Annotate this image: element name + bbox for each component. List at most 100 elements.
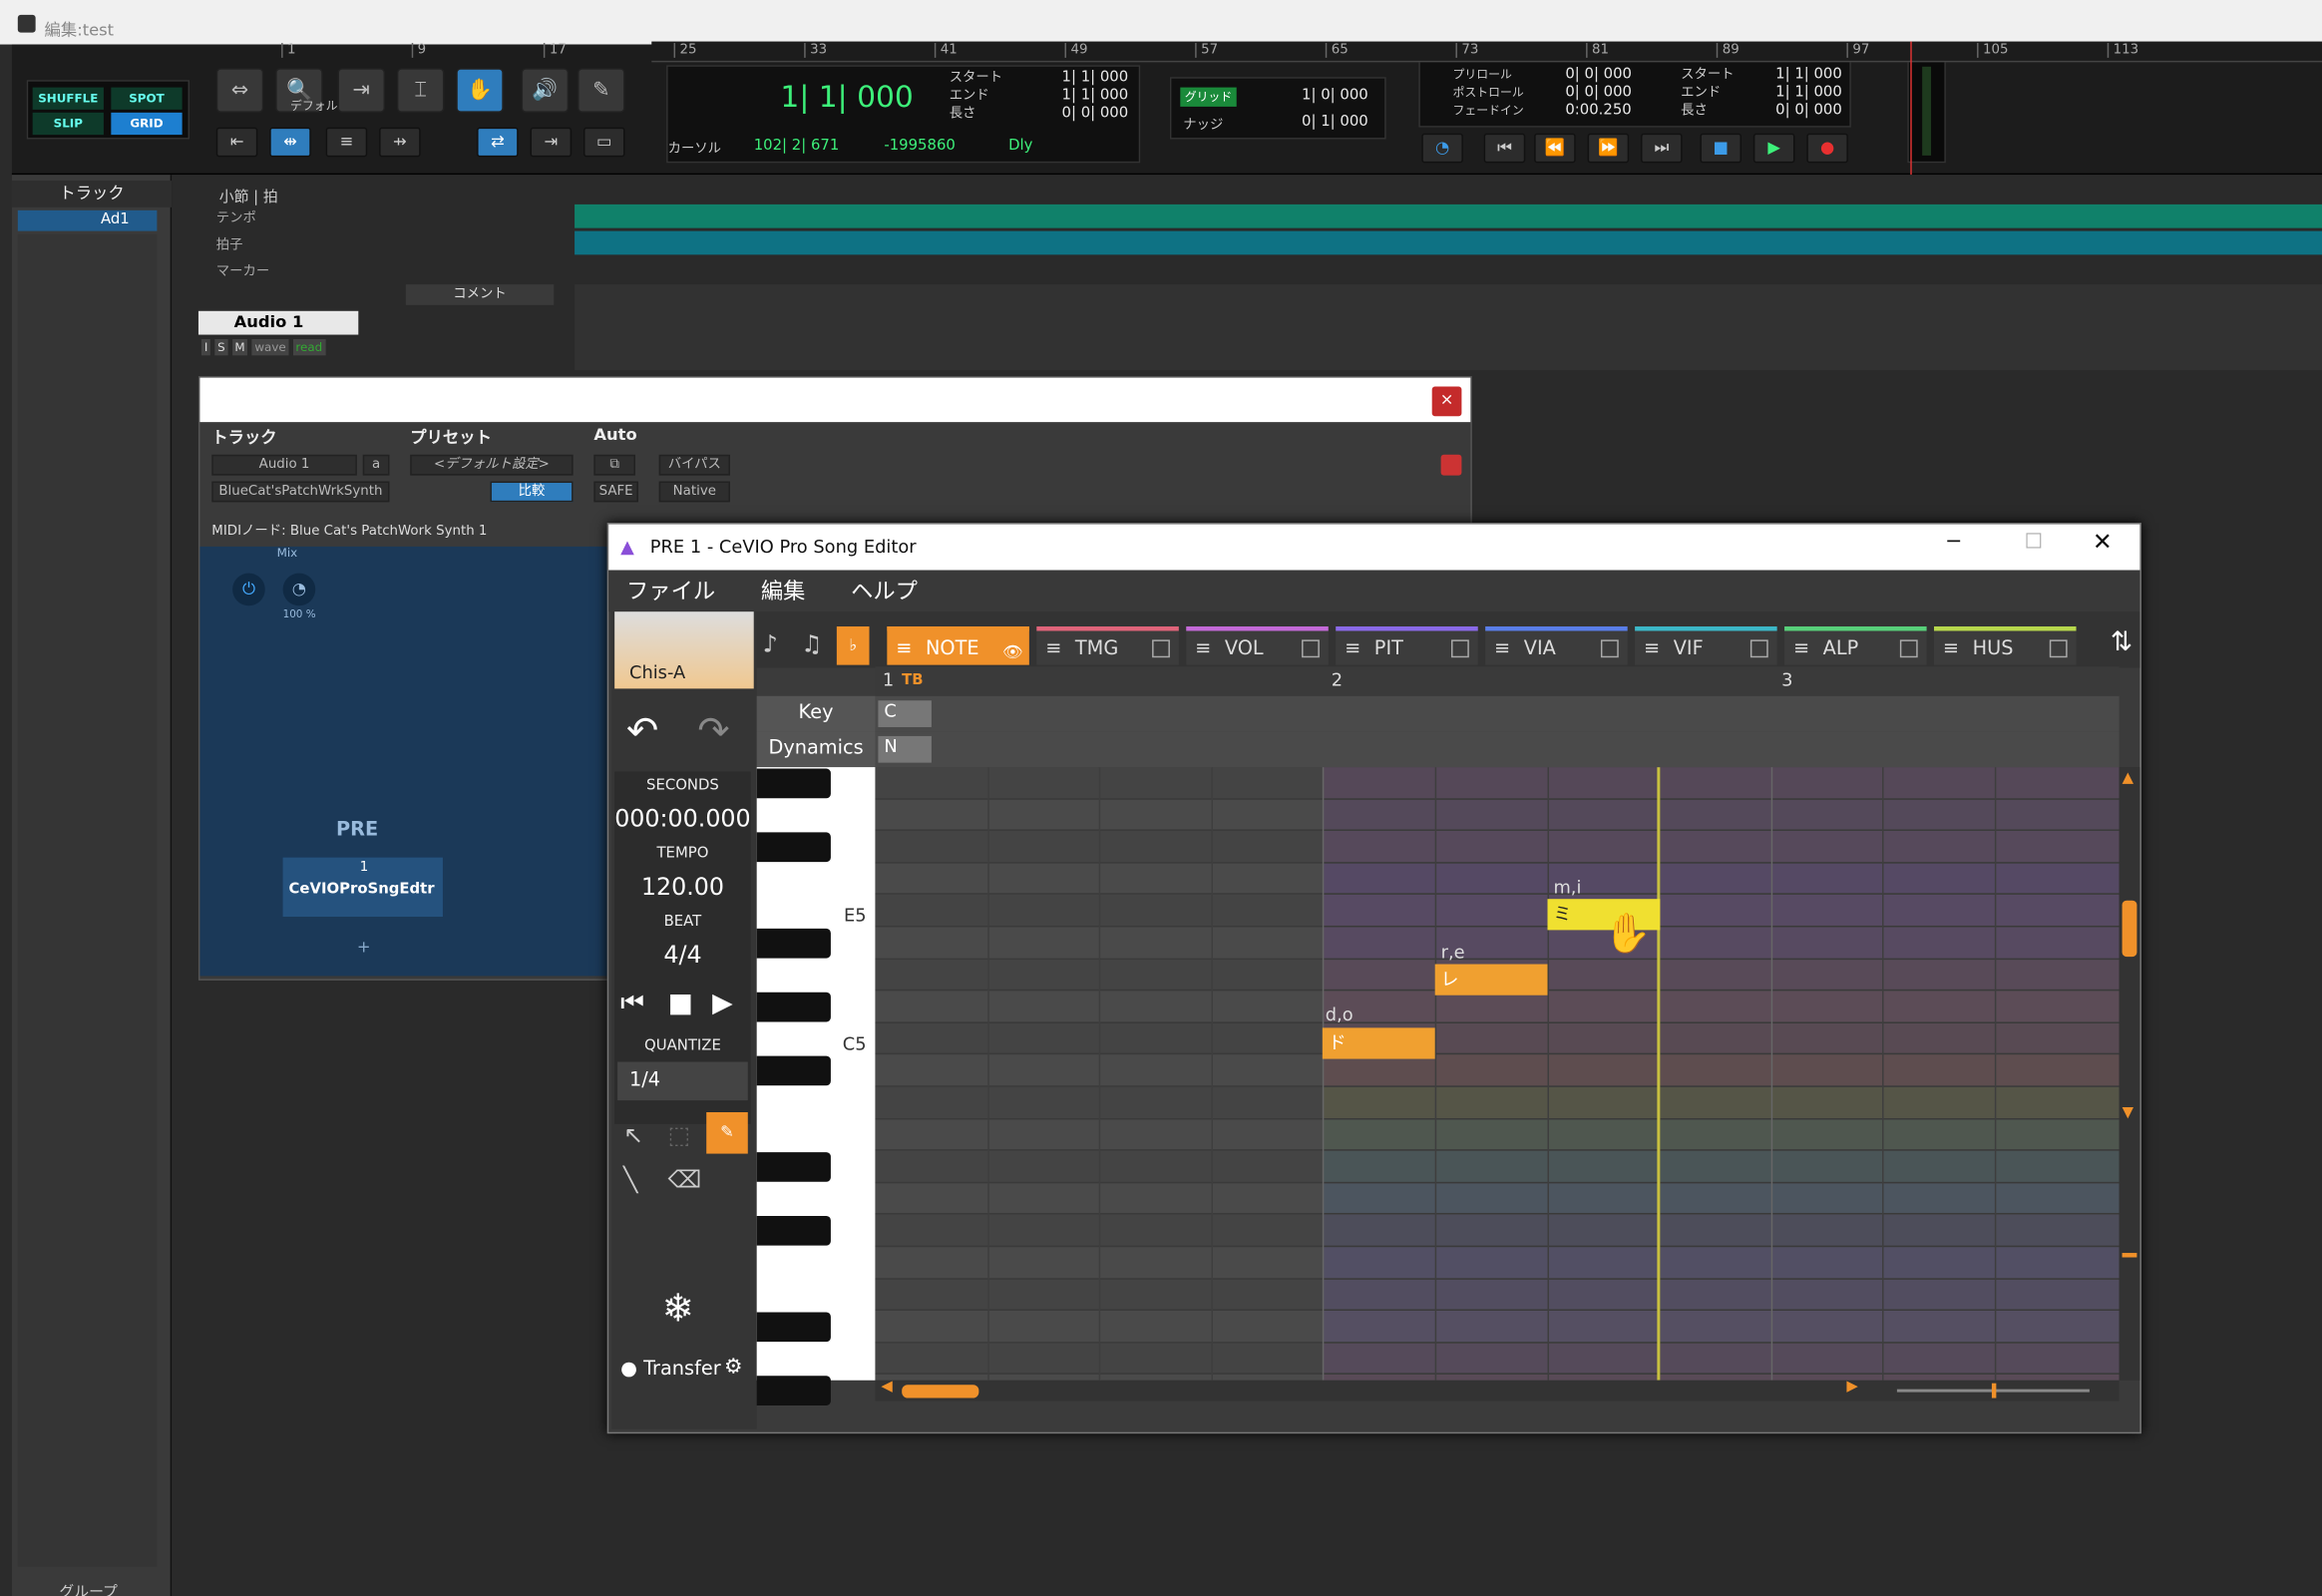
mix-knob[interactable]: ◔	[282, 573, 316, 606]
fast-forward-icon[interactable]: ⏩	[1587, 133, 1630, 164]
tab-vif[interactable]: ≡ VIF	[1635, 626, 1777, 665]
note-re[interactable]: レ	[1434, 964, 1548, 996]
solo-button[interactable]: S	[214, 338, 228, 356]
grid-button[interactable]: GRID	[111, 112, 183, 136]
spot-button[interactable]: SPOT	[111, 87, 183, 110]
black-key[interactable]	[756, 1216, 831, 1247]
metronome-icon[interactable]: ♪	[763, 629, 778, 657]
tab-visibility-checkbox[interactable]	[1451, 639, 1469, 658]
tab-visibility-checkbox[interactable]	[2049, 639, 2068, 658]
black-key[interactable]	[756, 1312, 831, 1343]
black-key[interactable]	[756, 993, 831, 1022]
link-timeline-icon[interactable]: ⇹	[269, 127, 311, 158]
stop-square-icon[interactable]: ■	[668, 988, 693, 1018]
bypass-button[interactable]: バイパス	[658, 454, 730, 476]
range-select-icon[interactable]: ⬚	[668, 1121, 690, 1149]
audio-track-name[interactable]: Audio 1	[197, 310, 359, 335]
tab-via[interactable]: ≡ VIA	[1485, 626, 1628, 665]
dly-indicator[interactable]: Dly	[1008, 138, 1032, 154]
scroll-right-icon[interactable]: ▶	[1846, 1379, 1857, 1395]
automation-button[interactable]: read	[292, 338, 326, 356]
shuffle-button[interactable]: SHUFFLE	[32, 87, 104, 110]
audio-track-lane[interactable]	[575, 284, 2322, 371]
slot-name[interactable]: CeVIOProSngEdtr	[289, 881, 435, 897]
track-list-item[interactable]: Ad1	[17, 209, 158, 231]
tempo-beat-marker[interactable]: TB	[902, 672, 923, 688]
selector-tool-icon[interactable]: ⌶	[396, 68, 445, 113]
undo-icon[interactable]: ↶	[626, 709, 658, 754]
safe-button[interactable]: SAFE	[593, 481, 638, 503]
rewind-icon[interactable]: ⏪	[1534, 133, 1576, 164]
beat-value[interactable]: 4/4	[614, 941, 751, 969]
tab-visibility-checkbox[interactable]	[1600, 639, 1619, 658]
horizontal-scrollbar[interactable]: ◀ ▶	[875, 1379, 2120, 1401]
tab-note[interactable]: ≡ NOTE 👁	[887, 626, 1029, 665]
plugin-select[interactable]: BlueCat'sPatchWrkSynth	[211, 481, 390, 503]
scroll-left-icon[interactable]: ◀	[881, 1379, 892, 1395]
tab-vol[interactable]: ≡ VOL	[1186, 626, 1329, 665]
dynamics-value[interactable]: N	[878, 735, 932, 763]
tempo-value[interactable]: 120.00	[614, 872, 751, 900]
insertion-follows-icon[interactable]: ⇸	[379, 127, 421, 158]
measure-ruler[interactable]: 1 TB 2 3	[875, 666, 2120, 696]
black-key[interactable]	[756, 832, 831, 863]
end-icon[interactable]: ⏭	[1641, 133, 1683, 164]
black-key[interactable]	[756, 768, 831, 799]
input-monitor-button[interactable]: I	[200, 338, 211, 356]
tab-visibility-checkbox[interactable]	[1302, 639, 1320, 658]
length-value[interactable]: 0| 0| 000	[1062, 105, 1129, 123]
zoom-toggle-icon[interactable]: ⇔	[215, 68, 264, 113]
native-button[interactable]: Native	[658, 481, 730, 503]
record-icon[interactable]: ●	[1806, 133, 1848, 164]
vertical-scroll-thumb[interactable]	[2122, 900, 2137, 958]
tab-visibility-checkbox[interactable]	[1152, 639, 1170, 658]
transfer-gear-icon[interactable]: ⚙	[724, 1356, 743, 1380]
tab-visibility-checkbox[interactable]	[1749, 639, 1768, 658]
param-panel-toggle-icon[interactable]: ⇅	[2111, 626, 2132, 657]
maximize-icon[interactable]: ☐	[2025, 531, 2044, 555]
close-window-icon[interactable]: ✕	[2093, 528, 2113, 556]
preset-select[interactable]: <デフォルト設定>	[410, 454, 574, 476]
power-icon[interactable]: ⏻	[232, 573, 265, 606]
note-do[interactable]: ド	[1322, 1027, 1435, 1059]
transfer-toggle[interactable]: ● Transfer	[620, 1358, 721, 1380]
fadein-value[interactable]: 0:00.250	[1565, 102, 1632, 120]
nudge-value[interactable]: 0| 1| 000	[1302, 114, 1368, 130]
tab-alp[interactable]: ≡ ALP	[1784, 626, 1927, 665]
piano-keyboard[interactable]: E5 C5	[756, 767, 876, 1406]
vertical-zoom-slider[interactable]	[2122, 1253, 2137, 1258]
grid-value[interactable]: 1| 0| 000	[1302, 88, 1368, 104]
menu-help[interactable]: ヘルプ	[851, 578, 918, 604]
black-key[interactable]	[756, 1056, 831, 1086]
tab-tmg[interactable]: ≡ TMG	[1036, 626, 1179, 665]
play-icon[interactable]: ▶	[1752, 133, 1795, 164]
view-button[interactable]: wave	[251, 338, 289, 356]
black-key[interactable]	[756, 1376, 831, 1406]
plugin-red-icon[interactable]	[1440, 454, 1462, 476]
tempo-ruler-bar[interactable]	[575, 203, 2322, 228]
freeze-icon[interactable]: ❄	[662, 1287, 694, 1332]
compare-button[interactable]: 比較	[490, 481, 574, 503]
tab-to-transient-icon[interactable]: ⇤	[215, 127, 258, 158]
start-value[interactable]: 1| 1| 000	[1062, 70, 1129, 88]
line-tool-icon[interactable]: ╲	[623, 1165, 637, 1193]
meter-ruler-bar[interactable]	[575, 230, 2322, 255]
pencil-icon[interactable]: ✎	[706, 1112, 748, 1154]
postroll-value[interactable]: 0| 0| 000	[1565, 85, 1632, 103]
main-counter-value[interactable]: 1| 1| 000	[780, 79, 913, 115]
automation-follows-icon[interactable]: ⇥	[530, 127, 573, 158]
play-triangle-icon[interactable]: ▶	[712, 988, 733, 1018]
mic-icon[interactable]: ♫	[801, 629, 822, 657]
key-value[interactable]: C	[878, 700, 932, 727]
pencil-tool-icon[interactable]: ✎	[578, 68, 625, 113]
tab-pit[interactable]: ≡ PIT	[1336, 626, 1478, 665]
rewind-start-icon[interactable]: ⏮	[620, 988, 644, 1018]
transport-end-value[interactable]: 1| 1| 000	[1775, 85, 1842, 103]
scroll-up-icon[interactable]: ▲	[2123, 770, 2133, 786]
black-key[interactable]	[756, 928, 831, 959]
tab-icon[interactable]: ▭	[582, 127, 625, 158]
grabber-tool-icon[interactable]: ✋	[456, 68, 504, 113]
select-arrow-icon[interactable]: ↖	[623, 1121, 643, 1149]
rtz-icon[interactable]: ⏮	[1483, 133, 1526, 164]
close-icon[interactable]: ×	[1431, 386, 1462, 417]
